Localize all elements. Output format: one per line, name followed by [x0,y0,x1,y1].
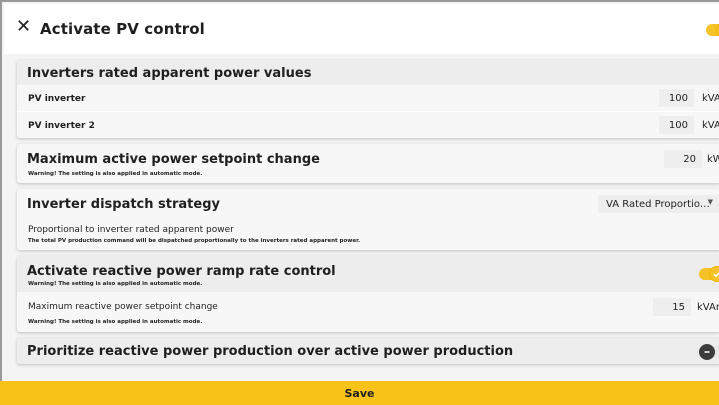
max-active-unit: kW [707,154,719,165]
max-active-title: Maximum active power setpoint change [27,152,320,167]
max-active-input[interactable]: 20 [664,150,702,168]
inverter-1-input[interactable]: 100 [659,89,694,107]
inverters-card: Inverters rated apparent power values PV… [17,60,719,138]
reactive-sub-warning: Warning! The setting is also applied in … [28,319,203,325]
max-active-card: Maximum active power setpoint change War… [17,144,719,183]
activate-pv-toggle[interactable] [706,22,719,38]
prioritize-toggle[interactable] [699,344,719,360]
dialog-header: ✕ Activate PV control [4,4,719,54]
reactive-ramp-title: Activate reactive power ramp rate contro… [27,264,336,279]
chevron-down-icon: ▼ [707,198,713,206]
inverter-row-2: PV inverter 2 100 kVA [17,112,719,138]
inverter-2-label: PV inverter 2 [28,121,95,131]
close-icon[interactable]: ✕ [16,18,34,36]
reactive-input[interactable]: 15 [653,298,691,316]
reactive-sub-label: Maximum reactive power setpoint change [28,302,218,312]
save-button[interactable]: Save [0,381,719,405]
reactive-ramp-warning: Warning! The setting is also applied in … [28,281,203,287]
inverter-1-unit: kVA [702,93,719,104]
max-active-warning: Warning! The setting is also applied in … [28,171,203,177]
dispatch-select-value: VA Rated Proportio… [606,198,710,210]
prioritize-card: Prioritize reactive power production ove… [17,338,719,364]
dispatch-subtitle: Proportional to inverter rated apparent … [28,225,234,235]
prioritize-title: Prioritize reactive power production ove… [27,344,514,359]
dispatch-description: The total PV production command will be … [28,238,361,244]
inverter-1-label: PV inverter [28,94,86,104]
check-icon [709,266,719,282]
save-button-label: Save [344,386,375,400]
inverter-2-unit: kVA [702,120,719,131]
inverter-2-input[interactable]: 100 [659,116,694,134]
reactive-ramp-card: Activate reactive power ramp rate contro… [17,256,719,332]
minus-icon [699,344,715,360]
dispatch-title: Inverter dispatch strategy [27,197,220,212]
dispatch-select[interactable]: VA Rated Proportio… ▼ [598,195,719,213]
page-title: Activate PV control [40,20,205,38]
inverters-title: Inverters rated apparent power values [27,66,312,81]
reactive-ramp-toggle[interactable] [699,266,719,282]
inverters-header: Inverters rated apparent power values [17,60,719,85]
inverter-row-1: PV inverter 100 kVA [17,85,719,111]
reactive-unit: kVAr [697,302,719,313]
dialog-frame: ✕ Activate PV control Inverters rated ap… [0,0,719,405]
dispatch-card: Inverter dispatch strategy VA Rated Prop… [17,189,719,250]
reactive-ramp-header: Activate reactive power ramp rate contro… [17,256,719,292]
